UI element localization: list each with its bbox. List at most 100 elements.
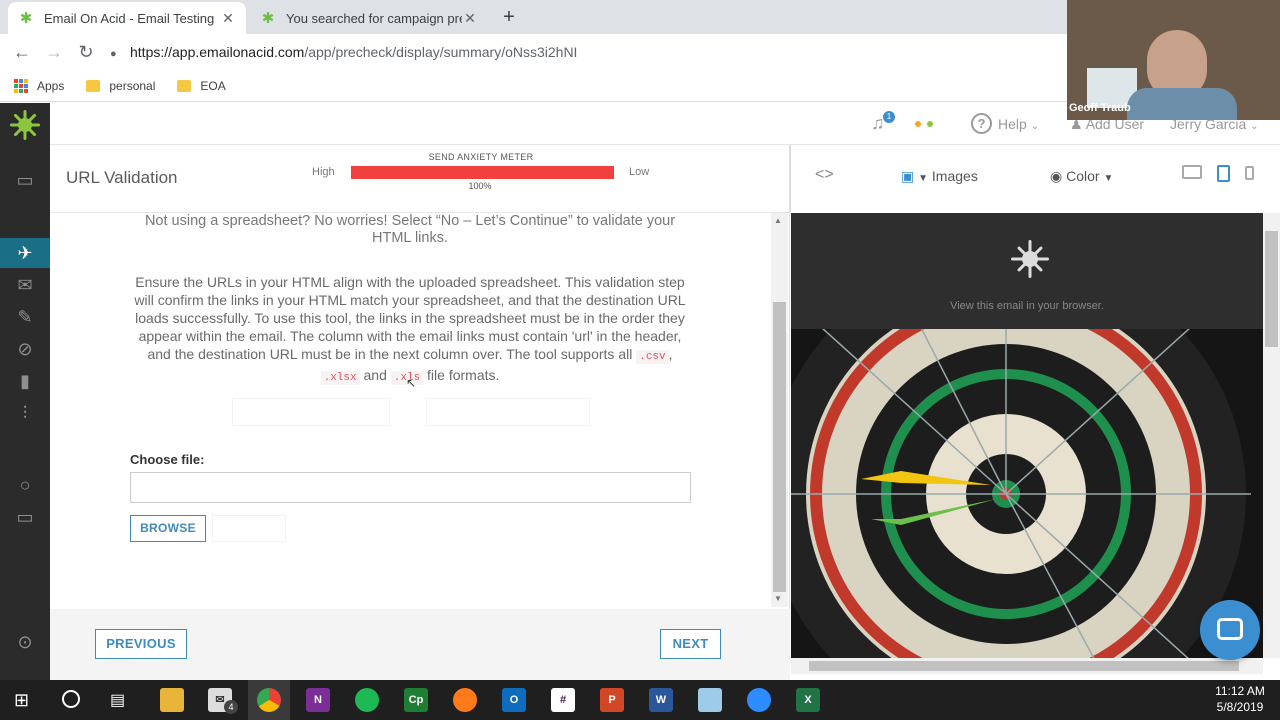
edit-icon[interactable]: ✎ bbox=[0, 302, 50, 332]
tablet-view-icon[interactable] bbox=[1217, 165, 1230, 182]
outlook-icon[interactable]: O bbox=[502, 688, 526, 712]
desc-line: and the destination URL must be in the n… bbox=[147, 346, 673, 364]
eye-icon: ◉ bbox=[1050, 168, 1063, 184]
preview-scrollbar-thumb[interactable] bbox=[1265, 231, 1278, 347]
splat-favicon-icon: ✱ bbox=[19, 10, 33, 27]
help-label: Help bbox=[998, 116, 1027, 132]
caret-down-icon: ▼ bbox=[918, 173, 929, 184]
clock-date: 5/8/2019 bbox=[1216, 700, 1264, 714]
eoa-logo-icon[interactable] bbox=[8, 108, 42, 142]
excel-icon[interactable]: X bbox=[796, 688, 820, 712]
left-scrollbar-thumb[interactable] bbox=[773, 302, 786, 592]
notepad-icon[interactable] bbox=[698, 688, 722, 712]
chat-launcher-button[interactable] bbox=[1200, 600, 1260, 660]
mouse-cursor-icon: ↖ bbox=[406, 376, 417, 390]
desc-line: appear within the email. The column with… bbox=[138, 328, 682, 344]
slack-icon[interactable]: # bbox=[551, 688, 575, 712]
desc-tail: file formats. bbox=[427, 367, 500, 383]
onenote-icon[interactable]: N bbox=[306, 688, 330, 712]
forward-arrow-icon[interactable]: → bbox=[40, 38, 68, 66]
url-field[interactable]: ● https://app.emailonacid.com/app/prechec… bbox=[110, 38, 1060, 66]
desc-line: Ensure the URLs in your HTML align with … bbox=[135, 274, 685, 290]
help-menu[interactable]: Help ⌄ bbox=[998, 116, 1039, 132]
faded-yes-button bbox=[232, 398, 390, 426]
firefox-icon[interactable] bbox=[453, 688, 477, 712]
blocked-icon[interactable]: ⊘ bbox=[0, 334, 50, 364]
intro-text: Not using a spreadsheet? No worries! Sel… bbox=[100, 213, 720, 247]
zoom-icon[interactable] bbox=[747, 688, 771, 712]
bookmark-eoa[interactable]: EOA bbox=[177, 78, 226, 93]
file-path-input[interactable] bbox=[130, 472, 691, 503]
faded-upload-button bbox=[212, 515, 286, 542]
spotify-icon[interactable] bbox=[355, 688, 379, 712]
chrome-icon bbox=[257, 688, 281, 712]
inbox-icon[interactable]: ▭ bbox=[0, 165, 50, 195]
bookmark-apps[interactable]: Apps bbox=[14, 78, 65, 93]
status-dot-green bbox=[927, 121, 933, 127]
folder-icon bbox=[177, 79, 192, 92]
scroll-up-arrow-icon[interactable]: ▲ bbox=[774, 216, 782, 225]
description-text: Ensure the URLs in your HTML align with … bbox=[110, 273, 710, 387]
webcam-video: Geoff Traub bbox=[1067, 0, 1280, 120]
lightbulb-icon[interactable]: ○ bbox=[0, 470, 50, 500]
back-arrow-icon[interactable]: ← bbox=[8, 38, 36, 66]
color-label: Color bbox=[1066, 168, 1100, 184]
close-tab-icon[interactable]: ✕ bbox=[220, 10, 236, 27]
preview-h-scrollbar-thumb[interactable] bbox=[809, 661, 1239, 671]
intro-line-1: Not using a spreadsheet? No worries! Sel… bbox=[144, 213, 676, 229]
choose-file-label: Choose file: bbox=[130, 452, 205, 467]
preview-toolbar bbox=[790, 145, 1280, 213]
status-dot-orange bbox=[915, 121, 921, 127]
bookmark-personal[interactable]: personal bbox=[86, 79, 155, 93]
help-icon[interactable]: ? bbox=[971, 113, 992, 134]
intro-line-2: HTML links. bbox=[372, 230, 448, 246]
bookmark-label: EOA bbox=[200, 78, 226, 93]
settings-sliders-icon[interactable]: ⫶ bbox=[0, 398, 50, 428]
anxiety-meter-title: SEND ANXIETY METER bbox=[428, 152, 534, 162]
splat-favicon-icon: ✱ bbox=[261, 10, 275, 27]
clock-time: 11:12 AM bbox=[1215, 684, 1265, 698]
dartboard-image bbox=[791, 329, 1263, 658]
page-title: URL Validation bbox=[66, 168, 178, 187]
browse-button[interactable]: BROWSE bbox=[130, 515, 206, 542]
analytics-icon[interactable]: ▮ bbox=[0, 366, 50, 396]
scroll-down-arrow-icon[interactable]: ▼ bbox=[774, 594, 782, 603]
view-in-browser-link[interactable]: View this email in your browser. bbox=[791, 300, 1263, 312]
windows-start-icon[interactable]: ⊞ bbox=[14, 690, 29, 711]
desc-line-text: and the destination URL must be in the n… bbox=[147, 346, 633, 362]
precheck-icon[interactable]: ✈ bbox=[0, 238, 50, 268]
folder-icon bbox=[86, 79, 101, 92]
bookmark-label: personal bbox=[109, 78, 156, 93]
tab-email-on-acid[interactable]: ✱ Email On Acid - Email Testing ✕ bbox=[8, 2, 246, 34]
search-icon[interactable] bbox=[62, 690, 80, 708]
images-toggle[interactable]: ▣ ▼ Images bbox=[901, 168, 978, 185]
expand-sidebar-icon[interactable]: ⊙ bbox=[0, 627, 50, 657]
tab-search[interactable]: ✱ You searched for campaign prec ✕ bbox=[250, 2, 488, 34]
apps-grid-icon bbox=[14, 78, 28, 93]
ext-xlsx: .xlsx bbox=[320, 371, 360, 385]
desktop-view-icon[interactable] bbox=[1182, 165, 1202, 179]
mail-icon[interactable]: ✉ bbox=[0, 270, 50, 300]
preview-vertical-scrollbar[interactable] bbox=[1263, 213, 1280, 658]
word-icon[interactable]: W bbox=[649, 688, 673, 712]
previous-button[interactable]: PREVIOUS bbox=[95, 629, 187, 659]
folder-icon[interactable]: ▭ bbox=[0, 502, 50, 532]
reload-icon[interactable]: ↻ bbox=[72, 38, 100, 66]
system-clock[interactable]: 11:12 AM 5/8/2019 bbox=[1205, 683, 1275, 715]
powerpoint-icon[interactable]: P bbox=[600, 688, 624, 712]
camtasia-icon[interactable]: Cp bbox=[404, 688, 428, 712]
code-view-icon[interactable]: <> bbox=[815, 166, 834, 184]
mail-badge: 4 bbox=[224, 700, 238, 714]
chat-icon bbox=[1217, 618, 1243, 640]
mobile-view-icon[interactable] bbox=[1245, 166, 1254, 180]
next-button[interactable]: NEXT bbox=[660, 629, 721, 659]
url-path: /app/precheck/display/summary/oNss3i2hNI bbox=[304, 44, 578, 60]
file-explorer-icon[interactable] bbox=[160, 688, 184, 712]
close-tab-icon[interactable]: ✕ bbox=[462, 10, 478, 27]
bookmark-label: Apps bbox=[37, 78, 65, 93]
new-tab-icon[interactable]: + bbox=[498, 6, 520, 28]
anxiety-meter-fill bbox=[351, 166, 614, 179]
color-toggle[interactable]: ◉ Color ▼ bbox=[1050, 168, 1113, 185]
task-view-icon[interactable]: ▤ bbox=[110, 690, 125, 710]
preview-horizontal-scrollbar[interactable] bbox=[791, 658, 1263, 674]
